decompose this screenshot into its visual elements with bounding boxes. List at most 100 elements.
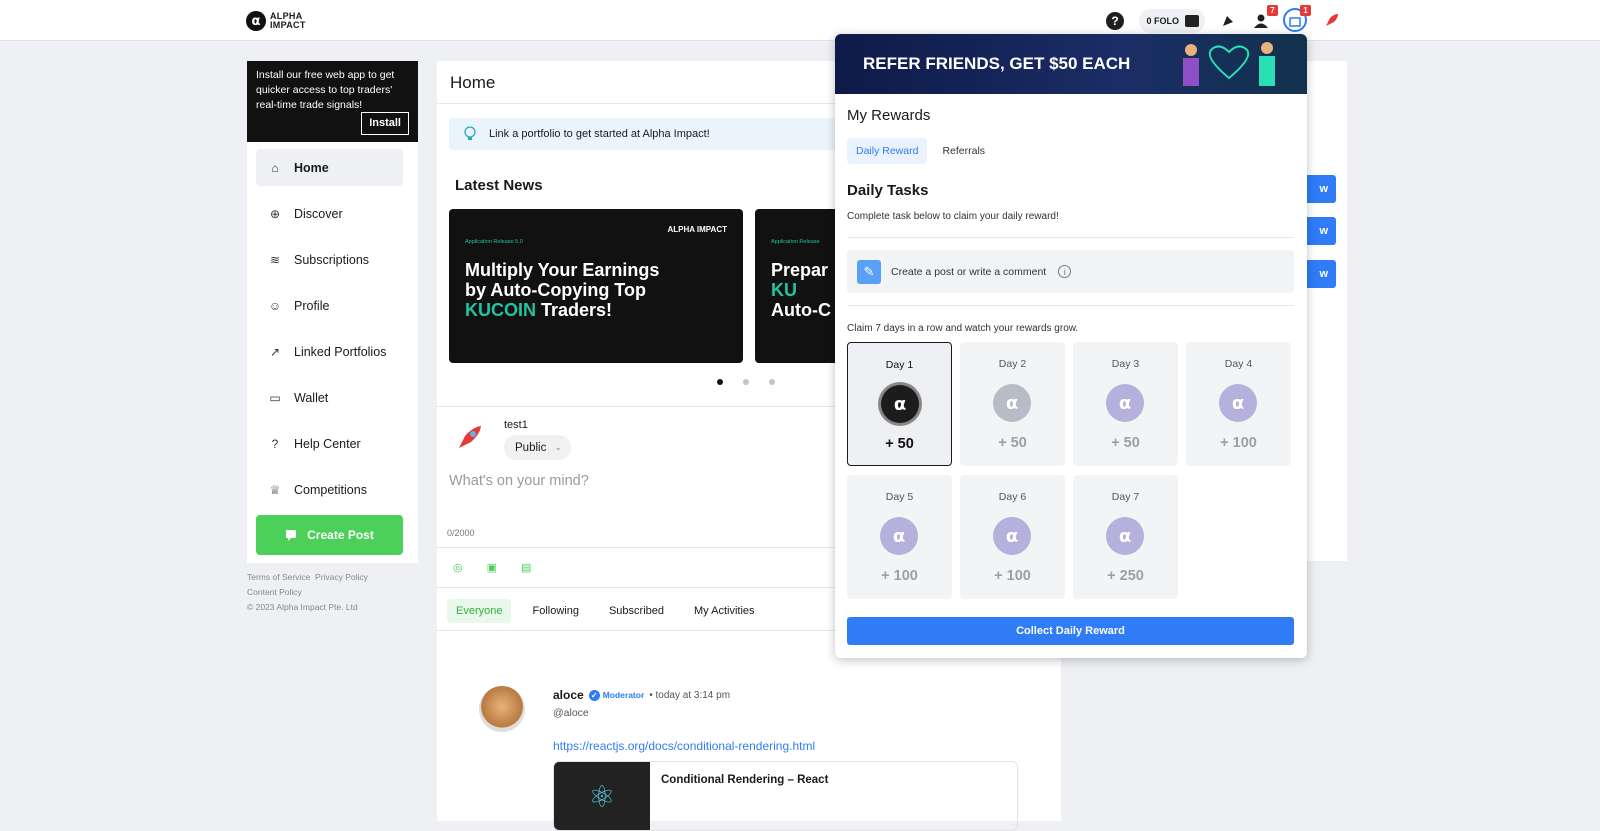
card-logo: ALPHA IMPACT — [667, 225, 727, 234]
kucoin-logo: KU — [771, 280, 797, 300]
alpha-coin-icon: α — [881, 385, 919, 423]
card-line: Traders! — [541, 300, 613, 320]
sidebar-item-help-center[interactable]: ? Help Center — [256, 425, 403, 462]
verified-icon: ✓ — [588, 689, 600, 701]
visibility-value: Public — [515, 441, 547, 454]
tab-subscribed[interactable]: Subscribed — [600, 599, 673, 623]
day-label: Day 1 — [885, 359, 914, 371]
tab-following[interactable]: Following — [523, 599, 587, 623]
content-policy-link[interactable]: Content Policy — [247, 585, 427, 600]
card-headline: Multiply Your Earnings by Auto-Copying T… — [465, 260, 659, 320]
carousel-dot[interactable] — [743, 379, 749, 385]
rewards-count-badge: 1 — [1300, 5, 1311, 16]
logo-mark-icon: α — [246, 11, 266, 31]
carousel-dot[interactable] — [769, 379, 775, 385]
sidebar-item-label: Profile — [294, 298, 330, 313]
day-amount: + 250 — [1107, 568, 1144, 584]
referral-promo-banner[interactable]: REFER FRIENDS, GET $50 EACH — [835, 34, 1307, 94]
card-tag: Application Release — [771, 239, 820, 245]
tab-my-activities[interactable]: My Activities — [685, 599, 764, 623]
latest-news-title: Latest News — [455, 177, 543, 194]
day-label: Day 4 — [1224, 358, 1253, 370]
card-line: Auto-C — [771, 300, 831, 320]
tab-referrals[interactable]: Referrals — [933, 138, 994, 164]
coin-pot-icon: α — [880, 517, 918, 555]
high-five-illustration — [1183, 42, 1275, 86]
folo-balance-button[interactable]: 0 FOLO — [1139, 9, 1205, 33]
wallet-icon — [1185, 15, 1199, 27]
chart-attach-icon[interactable]: ▤ — [521, 561, 531, 574]
post-link[interactable]: https://reactjs.org/docs/conditional-ren… — [553, 739, 815, 753]
globe-icon: ⊕ — [269, 206, 281, 221]
sidebar-item-home[interactable]: ⌂ Home — [256, 149, 403, 186]
day-reward-3[interactable]: Day 3 α + 50 — [1073, 342, 1178, 466]
day-label: Day 3 — [1111, 358, 1140, 370]
divider — [847, 305, 1294, 306]
copyright: © 2023 Alpha Impact Pte. Ltd — [247, 602, 358, 612]
gif-icon[interactable]: ▣ — [487, 561, 497, 574]
claim-streak-text: Claim 7 days in a row and watch your rew… — [847, 323, 1079, 334]
sidebar-item-label: Home — [294, 160, 329, 175]
info-icon[interactable]: i — [1058, 265, 1072, 278]
rocket-icon[interactable] — [1320, 10, 1342, 32]
link-preview-title: Conditional Rendering – React — [661, 774, 829, 786]
alpha-impact-logo[interactable]: α ALPHA IMPACT — [246, 11, 306, 31]
post-author-avatar[interactable] — [479, 686, 525, 732]
rewards-title: My Rewards — [847, 107, 931, 124]
post-header: aloce ✓ Moderator • today at 3:14 pm — [553, 688, 730, 702]
user-notification-icon[interactable]: 7 — [1250, 5, 1278, 32]
rocket-bell-icon[interactable] — [1217, 10, 1239, 32]
sidebar-item-subscriptions[interactable]: ≋ Subscriptions — [256, 241, 403, 278]
lightbulb-icon — [464, 126, 476, 140]
tab-daily-reward[interactable]: Daily Reward — [847, 138, 928, 164]
sidebar-item-profile[interactable]: ☺ Profile — [256, 287, 403, 324]
news-card[interactable]: Application Release 5.0 ALPHA IMPACT Mul… — [449, 209, 743, 363]
card-tag: Application Release 5.0 — [465, 239, 523, 245]
visibility-select[interactable]: Public ⌄ — [504, 435, 571, 460]
rewards-popup: REFER FRIENDS, GET $50 EACH My Rewards D… — [835, 34, 1307, 658]
task-label: Create a post or write a comment — [891, 265, 1047, 278]
carousel-dot[interactable] — [717, 379, 723, 385]
install-button[interactable]: Install — [361, 112, 409, 135]
card-line: by Auto-Copying Top — [465, 280, 646, 300]
create-post-button[interactable]: Create Post — [256, 515, 403, 555]
sidebar-item-label: Competitions — [294, 482, 367, 497]
carousel-dots — [717, 379, 775, 385]
day-reward-4[interactable]: Day 4 α + 100 — [1186, 342, 1291, 466]
post-textarea[interactable]: What's on your mind? — [449, 473, 589, 489]
rewards-icon[interactable]: 1 — [1283, 5, 1311, 32]
day-label: Day 5 — [885, 491, 914, 503]
sidebar-item-label: Discover — [294, 206, 343, 221]
day-reward-5[interactable]: Day 5 α + 100 — [847, 475, 952, 599]
task-create-post[interactable]: ✎ Create a post or write a comment i — [847, 250, 1294, 293]
tab-everyone[interactable]: Everyone — [447, 599, 512, 623]
camera-icon[interactable]: ◎ — [453, 561, 463, 574]
link-preview-card[interactable]: ⚛ Conditional Rendering – React — [553, 761, 1018, 831]
help-icon[interactable]: ? — [1106, 12, 1124, 30]
sidebar-nav: ⌂ Home ⊕ Discover ≋ Subscriptions ☺ Profile … — [247, 142, 418, 563]
day-amount: + 100 — [994, 568, 1031, 584]
install-app-banner: Install our free web app to get quicker … — [247, 61, 418, 142]
create-post-label: Create Post — [307, 528, 374, 542]
day-label: Day 7 — [1111, 491, 1140, 503]
sidebar-item-wallet[interactable]: ▭ Wallet — [256, 379, 403, 416]
notification-count-badge: 7 — [1267, 5, 1278, 16]
privacy-link[interactable]: Privacy Policy — [315, 572, 368, 582]
day-amount: + 50 — [998, 435, 1027, 451]
day-reward-6[interactable]: Day 6 α + 100 — [960, 475, 1065, 599]
top-bar: α ALPHA IMPACT ? 0 FOLO 7 1 — [0, 0, 1600, 41]
sidebar-item-discover[interactable]: ⊕ Discover — [256, 195, 403, 232]
collect-daily-reward-button[interactable]: Collect Daily Reward — [847, 617, 1294, 645]
terms-link[interactable]: Terms of Service — [247, 572, 310, 582]
sidebar-item-competitions[interactable]: ♕ Competitions — [256, 471, 403, 508]
post-author-name[interactable]: aloce — [553, 688, 584, 702]
day-label: Day 6 — [998, 491, 1027, 503]
day-reward-7[interactable]: Day 7 α + 250 — [1073, 475, 1178, 599]
post-time: • today at 3:14 pm — [649, 689, 731, 701]
chart-icon: ↗ — [269, 344, 281, 359]
home-icon: ⌂ — [271, 160, 279, 175]
user-icon: ☺ — [268, 298, 282, 313]
sidebar-item-linked-portfolios[interactable]: ↗ Linked Portfolios — [256, 333, 403, 370]
day-reward-2[interactable]: Day 2 α + 50 — [960, 342, 1065, 466]
day-reward-1[interactable]: Day 1 α + 50 — [847, 342, 952, 466]
